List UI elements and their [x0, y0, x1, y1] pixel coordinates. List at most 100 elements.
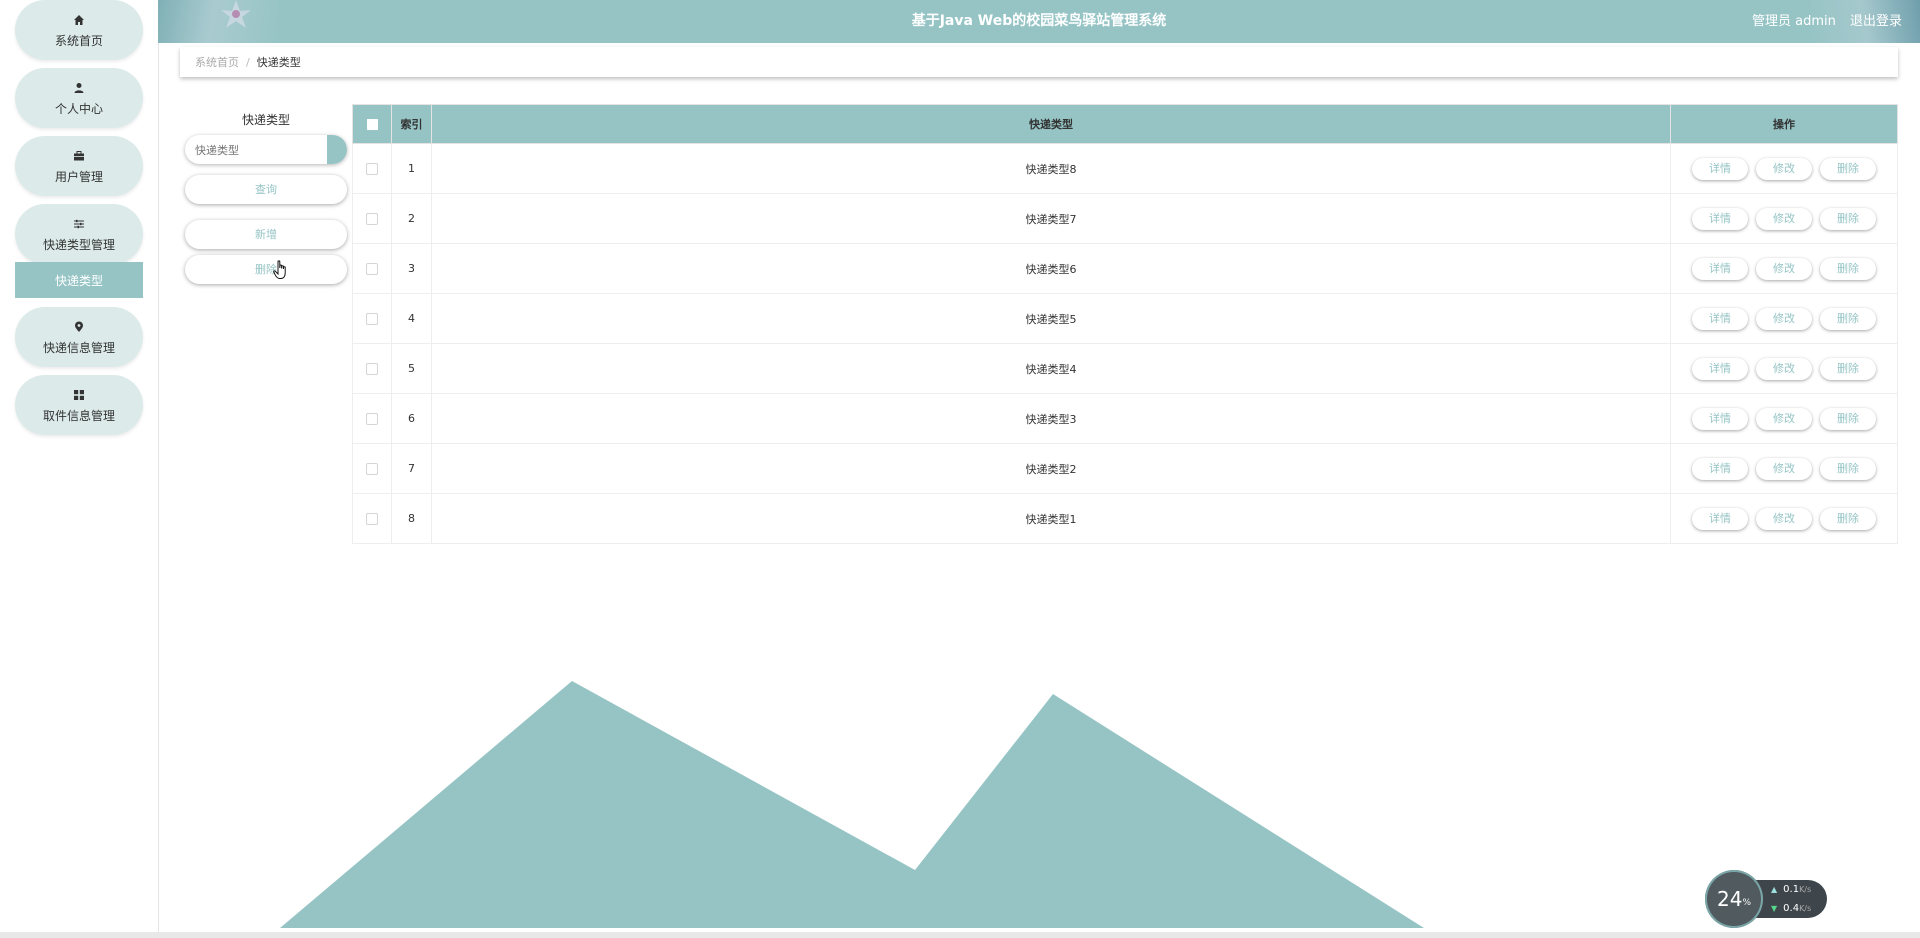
home-icon	[73, 12, 85, 28]
add-button[interactable]: 新增	[185, 220, 347, 249]
edit-button[interactable]: 修改	[1756, 207, 1812, 230]
upload-rate: ▲ 0.1K/s	[1771, 884, 1812, 895]
row-ops: 详情 修改 删除	[1670, 493, 1898, 544]
row-checkbox-cell	[352, 293, 392, 344]
row-index: 2	[391, 193, 432, 244]
user-role: 管理员 admin	[1751, 14, 1836, 29]
delete-button[interactable]: 删除	[1820, 257, 1876, 280]
search-input[interactable]	[193, 135, 327, 164]
search-box	[185, 135, 347, 164]
row-checkbox[interactable]	[366, 163, 378, 175]
row-ops: 详情 修改 删除	[1670, 143, 1898, 194]
detail-button[interactable]: 详情	[1692, 357, 1748, 380]
search-label: 快递类型	[241, 113, 290, 127]
row-ops: 详情 修改 删除	[1670, 343, 1898, 394]
download-arrow-icon: ▼	[1771, 904, 1778, 913]
detail-button[interactable]: 详情	[1692, 507, 1748, 530]
upload-arrow-icon: ▲	[1771, 885, 1778, 894]
select-all-checkbox[interactable]	[366, 119, 378, 130]
row-ops: 详情 修改 删除	[1670, 393, 1898, 444]
select-all-cell	[352, 104, 392, 144]
delete-button[interactable]: 删除	[1820, 357, 1876, 380]
row-checkbox-cell	[352, 143, 392, 194]
row-ops: 详情 修改 删除	[1670, 443, 1898, 494]
breadcrumb-separator: /	[246, 55, 250, 69]
row-type: 快递类型2	[431, 443, 1671, 494]
breadcrumb-home-link[interactable]: 系统首页	[195, 54, 239, 70]
cpu-percent-unit: %	[1742, 898, 1751, 908]
sidebar-item-label: 快递信息管理	[42, 340, 115, 355]
delete-button[interactable]: 删除	[1820, 307, 1876, 330]
detail-button[interactable]: 详情	[1692, 157, 1748, 180]
edit-button[interactable]: 修改	[1756, 507, 1812, 530]
sidebar-item-express-info-management[interactable]: 快递信息管理	[15, 307, 143, 367]
edit-button[interactable]: 修改	[1756, 407, 1812, 430]
table-row: 7 快递类型2 详情 修改 删除	[352, 443, 1898, 494]
edit-button[interactable]: 修改	[1756, 157, 1812, 180]
edit-button[interactable]: 修改	[1756, 307, 1812, 330]
edit-button[interactable]: 修改	[1756, 357, 1812, 380]
sidebar-item-label: 用户管理	[54, 169, 103, 184]
row-checkbox[interactable]	[366, 463, 378, 475]
bottom-scroll-track	[0, 932, 1920, 938]
detail-button[interactable]: 详情	[1692, 407, 1748, 430]
row-type: 快递类型7	[431, 193, 1671, 244]
row-index: 7	[391, 443, 432, 494]
sidebar-item-express-type-management[interactable]: 快递类型管理	[15, 204, 143, 264]
table-row: 1 快递类型8 详情 修改 删除	[352, 143, 1898, 194]
row-checkbox[interactable]	[366, 263, 378, 275]
cpu-percent: 24	[1716, 887, 1743, 911]
detail-button[interactable]: 详情	[1692, 207, 1748, 230]
row-checkbox-cell	[352, 493, 392, 544]
row-checkbox[interactable]	[366, 213, 378, 225]
batch-delete-button[interactable]: 删除	[185, 255, 347, 284]
breadcrumb: 系统首页 / 快递类型	[180, 47, 1898, 77]
edit-button[interactable]: 修改	[1756, 257, 1812, 280]
map-pin-icon	[73, 319, 85, 335]
ops-header: 操作	[1670, 104, 1898, 144]
user-area: 管理员 admin 退出登录	[1742, 0, 1902, 43]
logout-button[interactable]: 退出登录	[1850, 14, 1902, 29]
row-checkbox-cell	[352, 193, 392, 244]
top-header: 基于Java Web的校园菜鸟驿站管理系统 管理员 admin 退出登录	[158, 0, 1920, 43]
query-button[interactable]: 查询	[185, 175, 347, 204]
row-checkbox[interactable]	[366, 363, 378, 375]
express-type-table: 索引 快递类型 操作 1 快递类型8 详情 修改 删除 2 快递类型7 详情 修改 删除 3 快递类型…	[352, 104, 1898, 544]
detail-button[interactable]: 详情	[1692, 257, 1748, 280]
briefcase-icon	[73, 148, 85, 164]
delete-button[interactable]: 删除	[1820, 157, 1876, 180]
sidebar-item-label: 系统首页	[54, 33, 103, 48]
table-row: 5 快递类型4 详情 修改 删除	[352, 343, 1898, 394]
row-index: 6	[391, 393, 432, 444]
detail-button[interactable]: 详情	[1692, 457, 1748, 480]
row-checkbox-cell	[352, 243, 392, 294]
delete-button[interactable]: 删除	[1820, 207, 1876, 230]
row-type: 快递类型4	[431, 343, 1671, 394]
delete-button[interactable]: 删除	[1820, 457, 1876, 480]
breadcrumb-current: 快递类型	[256, 56, 301, 69]
row-checkbox[interactable]	[366, 413, 378, 425]
sidebar-item-home[interactable]: 系统首页	[15, 0, 143, 60]
row-index: 4	[391, 293, 432, 344]
delete-button[interactable]: 删除	[1820, 507, 1876, 530]
cpu-percent-gauge: 24%	[1705, 870, 1763, 928]
edit-button[interactable]: 修改	[1756, 457, 1812, 480]
sidebar: 系统首页 个人中心 用户管理 快递类型管理 快递类型 快递信息管理 取件信息管理	[0, 0, 159, 938]
row-type: 快递类型6	[431, 243, 1671, 294]
row-type: 快递类型8	[431, 143, 1671, 194]
row-checkbox[interactable]	[366, 313, 378, 325]
sidebar-item-label: 取件信息管理	[42, 408, 115, 423]
row-checkbox-cell	[352, 343, 392, 394]
sidebar-item-users[interactable]: 用户管理	[15, 136, 143, 196]
user-icon	[73, 80, 85, 96]
sidebar-item-profile[interactable]: 个人中心	[15, 68, 143, 128]
detail-button[interactable]: 详情	[1692, 307, 1748, 330]
row-type: 快递类型3	[431, 393, 1671, 444]
download-rate: ▼ 0.4K/s	[1771, 903, 1812, 914]
sidebar-subitem-express-type[interactable]: 快递类型	[15, 262, 143, 298]
row-index: 5	[391, 343, 432, 394]
sidebar-item-pickup-info-management[interactable]: 取件信息管理	[15, 375, 143, 435]
row-checkbox[interactable]	[366, 513, 378, 525]
delete-button[interactable]: 删除	[1820, 407, 1876, 430]
row-ops: 详情 修改 删除	[1670, 293, 1898, 344]
